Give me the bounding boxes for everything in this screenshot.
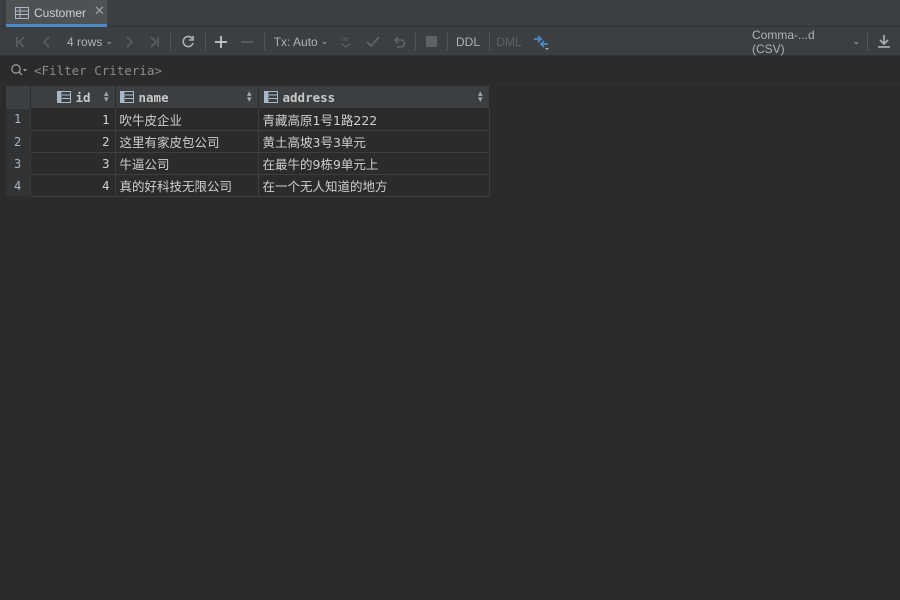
grid-toolbar: 4 rows ⌄ Tx: Auto ⌄ DB DDL DML Comma-...…: [0, 27, 900, 56]
toolbar-separator: [170, 33, 171, 50]
export-format-dropdown[interactable]: Comma-...d (CSV) ⌄: [752, 27, 860, 56]
editor-tab-bar: Customer ✕: [0, 0, 900, 27]
sort-icon[interactable]: ▴ ▾: [478, 90, 483, 105]
search-icon: [11, 64, 27, 76]
stop-icon[interactable]: [422, 27, 440, 56]
dml-button[interactable]: DML: [495, 27, 523, 56]
cell-id[interactable]: 1: [30, 108, 116, 131]
cell-address[interactable]: 在最牛的9栋9单元上: [258, 152, 490, 175]
table-icon: [15, 7, 29, 19]
refresh-icon[interactable]: [178, 27, 198, 56]
row-number[interactable]: 1: [6, 108, 31, 131]
table-row[interactable]: 2 2 这里有家皮包公司 黄土高坡3号3单元: [6, 130, 490, 153]
last-page-icon[interactable]: [145, 27, 163, 56]
filter-bar: [0, 56, 900, 85]
cell-name[interactable]: 吹牛皮企业: [115, 108, 259, 131]
commit-icon[interactable]: [364, 27, 382, 56]
cell-name[interactable]: 牛逼公司: [115, 152, 259, 175]
rows-count-label: 4 rows: [67, 34, 103, 49]
filter-criteria-input[interactable]: [34, 62, 434, 79]
chevron-down-icon: ⌄: [320, 36, 329, 46]
sort-icon[interactable]: ▴ ▾: [247, 90, 252, 105]
cell-id[interactable]: 2: [30, 130, 116, 153]
column-icon: [56, 91, 71, 103]
cell-id[interactable]: 3: [30, 152, 116, 175]
table-row[interactable]: 1 1 吹牛皮企业 青藏高原1号1路222: [6, 108, 490, 131]
column-name: address: [282, 89, 336, 105]
prev-page-icon[interactable]: [38, 27, 56, 56]
close-icon[interactable]: ✕: [94, 5, 105, 19]
column-name: id: [75, 89, 91, 105]
row-number[interactable]: 2: [6, 130, 31, 153]
grid-corner: [6, 86, 31, 109]
submit-icon[interactable]: DB: [337, 27, 355, 56]
chevron-down-icon: ⌄: [852, 36, 860, 46]
ddl-button[interactable]: DDL: [454, 27, 482, 56]
toolbar-separator: [447, 33, 448, 50]
table-row[interactable]: 3 3 牛逼公司 在最牛的9栋9单元上: [6, 152, 490, 175]
export-format-label: Comma-...d (CSV): [752, 27, 815, 56]
dml-label: DML: [496, 34, 522, 49]
transaction-mode-label: Tx: Auto: [273, 34, 318, 49]
svg-text:DB: DB: [341, 37, 349, 43]
compare-icon[interactable]: [531, 27, 551, 56]
chevron-down-icon: ⌄: [105, 36, 113, 46]
delete-row-icon[interactable]: [237, 27, 257, 56]
column-header-id[interactable]: id ▴ ▾: [30, 86, 116, 109]
toolbar-separator: [415, 33, 416, 50]
data-grid: id ▴ ▾ name ▴ ▾ address ▴ ▾ 1 1 吹牛皮企业 青藏…: [6, 86, 490, 197]
add-row-icon[interactable]: [211, 27, 231, 56]
tab-label: Customer: [34, 6, 87, 20]
column-icon: [119, 91, 134, 103]
toolbar-separator: [867, 33, 868, 50]
transaction-mode-dropdown[interactable]: Tx: Auto ⌄: [273, 27, 329, 56]
cell-id[interactable]: 4: [30, 174, 116, 197]
row-number[interactable]: 4: [6, 174, 31, 197]
toolbar-separator: [264, 33, 265, 50]
toolbar-separator: [489, 33, 490, 50]
first-page-icon[interactable]: [12, 27, 30, 56]
rows-count-dropdown[interactable]: 4 rows ⌄: [64, 27, 116, 56]
cell-address[interactable]: 青藏高原1号1路222: [258, 108, 490, 131]
cell-address[interactable]: 黄土高坡3号3单元: [258, 130, 490, 153]
column-icon: [263, 91, 278, 103]
table-row[interactable]: 4 4 真的好科技无限公司 在一个无人知道的地方: [6, 174, 490, 197]
toolbar-separator: [205, 33, 206, 50]
cell-name[interactable]: 真的好科技无限公司: [115, 174, 259, 197]
row-number[interactable]: 3: [6, 152, 31, 175]
rollback-icon[interactable]: [390, 27, 408, 56]
column-header-address[interactable]: address ▴ ▾: [258, 86, 490, 109]
column-header-name[interactable]: name ▴ ▾: [115, 86, 259, 109]
ddl-label: DDL: [455, 34, 480, 49]
download-icon[interactable]: [874, 27, 894, 56]
sort-icon[interactable]: ▴ ▾: [104, 90, 109, 105]
column-name: name: [138, 89, 169, 105]
tab-customer[interactable]: Customer ✕: [6, 0, 107, 27]
next-page-icon[interactable]: [120, 27, 138, 56]
cell-address[interactable]: 在一个无人知道的地方: [258, 174, 490, 197]
cell-name[interactable]: 这里有家皮包公司: [115, 130, 259, 153]
